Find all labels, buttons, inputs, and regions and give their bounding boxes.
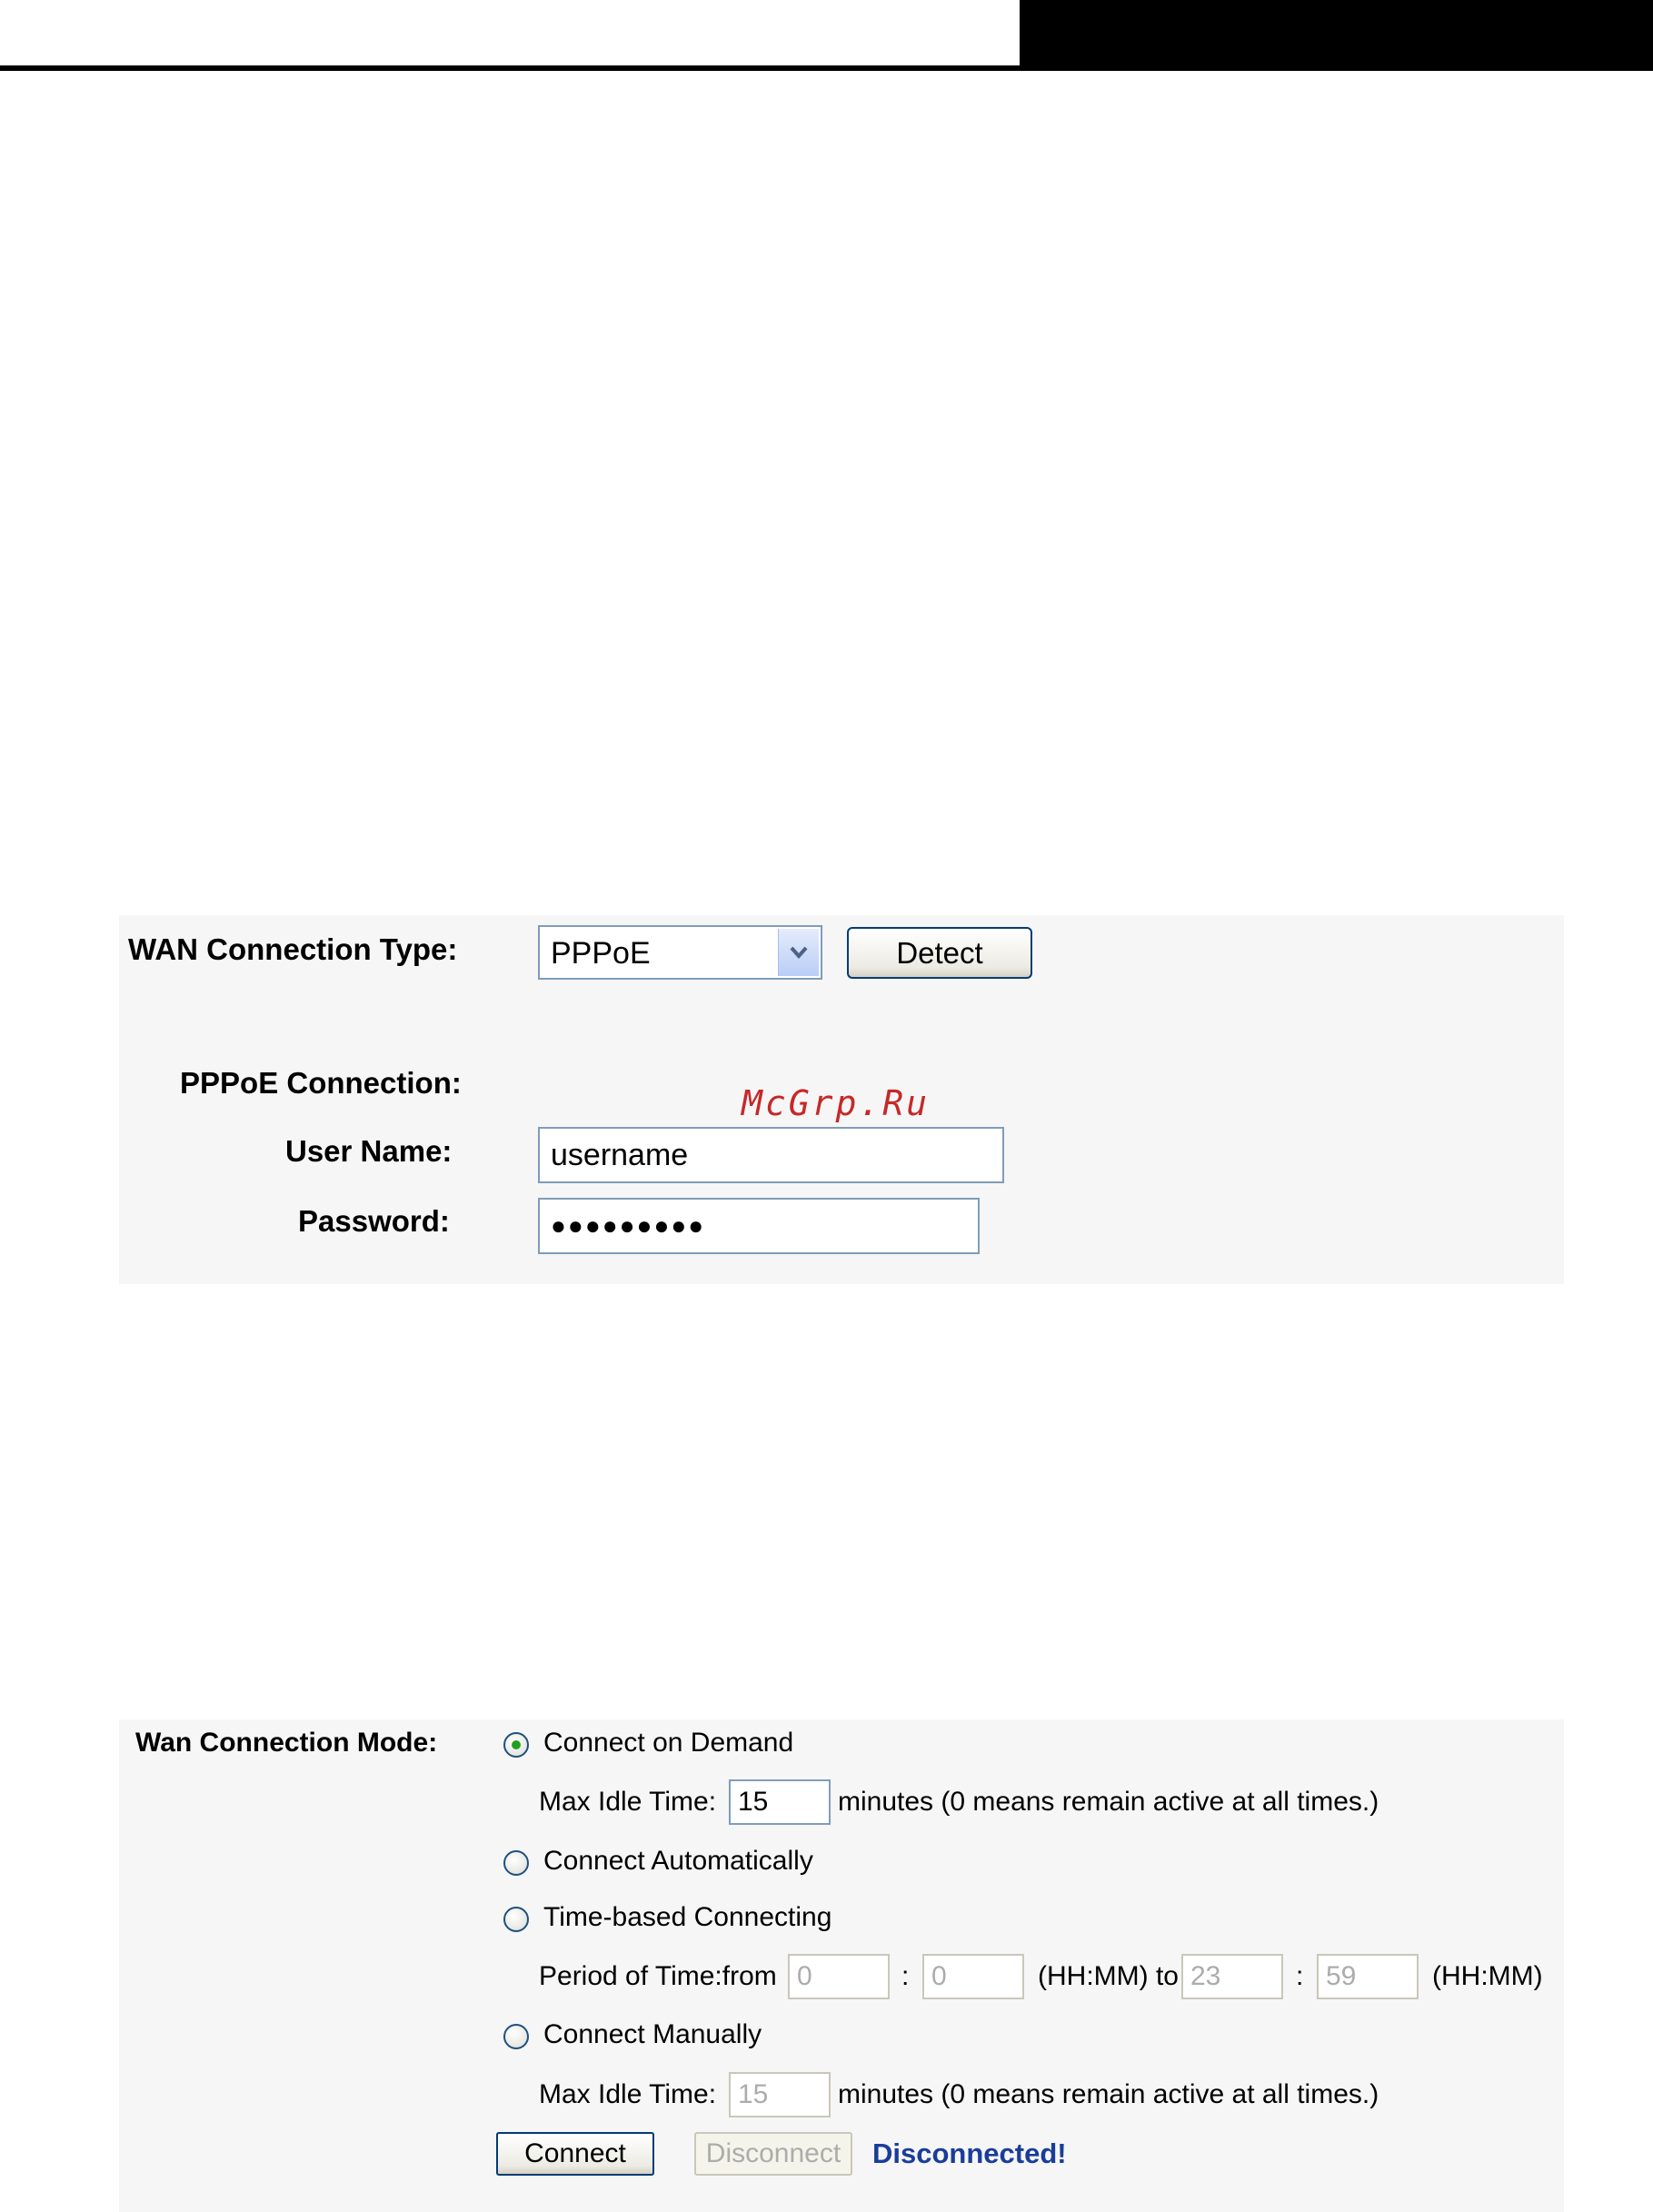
period-to-hh-input[interactable]: 23 [1181, 1954, 1283, 1999]
connect-on-demand-label: Connect on Demand [543, 1728, 794, 1758]
connect-manually-label: Connect Manually [543, 2019, 762, 2049]
radio-connect-automatically[interactable] [503, 1850, 529, 1876]
period-from-mm-input[interactable]: 0 [922, 1954, 1024, 1999]
period-to-label: (HH:MM) to [1038, 1961, 1179, 1991]
demand-max-idle-note: minutes (0 means remain active at all ti… [838, 1787, 1379, 1817]
period-from-label: Period of Time:from [539, 1961, 777, 1991]
pppoe-connection-label: PPPoE Connection: [180, 1066, 462, 1100]
connection-status: Disconnected! [872, 2137, 1067, 2169]
connect-button[interactable]: Connect [496, 2132, 654, 2176]
detect-button[interactable]: Detect [847, 927, 1032, 979]
radio-time-based[interactable] [503, 1907, 529, 1932]
period-end-label: (HH:MM) [1432, 1961, 1543, 1991]
watermark-text: McGrp.Ru [742, 1083, 931, 1123]
manual-max-idle-input[interactable]: 15 [729, 2072, 831, 2117]
wan-connection-type-label: WAN Connection Type: [128, 932, 458, 966]
connect-automatically-label: Connect Automatically [543, 1846, 813, 1876]
disconnect-button[interactable]: Disconnect [694, 2132, 852, 2176]
demand-max-idle-label: Max Idle Time: [539, 1787, 717, 1817]
header-block [1020, 0, 1653, 71]
period-to-mm-input[interactable]: 59 [1317, 1954, 1419, 1999]
period-to-colon: : [1296, 1961, 1304, 1991]
time-based-label: Time-based Connecting [543, 1902, 832, 1932]
wan-connection-mode-label: Wan Connection Mode: [135, 1728, 438, 1758]
radio-connect-manually[interactable] [503, 2024, 529, 2049]
password-label: Password: [298, 1204, 450, 1238]
radio-connect-on-demand[interactable] [503, 1732, 529, 1758]
wan-connection-type-value: PPPoE [551, 936, 651, 971]
header-rule [0, 65, 1027, 71]
wan-connection-type-select[interactable]: PPPoE [538, 925, 822, 980]
password-input[interactable]: ●●●●●●●●● [538, 1198, 980, 1254]
radio-selected-dot [512, 1740, 521, 1749]
demand-max-idle-input[interactable]: 15 [729, 1779, 831, 1825]
manual-max-idle-label: Max Idle Time: [539, 2079, 717, 2109]
period-from-colon: : [901, 1961, 910, 1991]
chevron-down-icon[interactable] [778, 929, 819, 976]
username-input[interactable]: username [538, 1127, 1004, 1183]
manual-max-idle-note: minutes (0 means remain active at all ti… [838, 2079, 1379, 2109]
username-label: User Name: [285, 1134, 453, 1168]
period-from-hh-input[interactable]: 0 [788, 1954, 890, 1999]
